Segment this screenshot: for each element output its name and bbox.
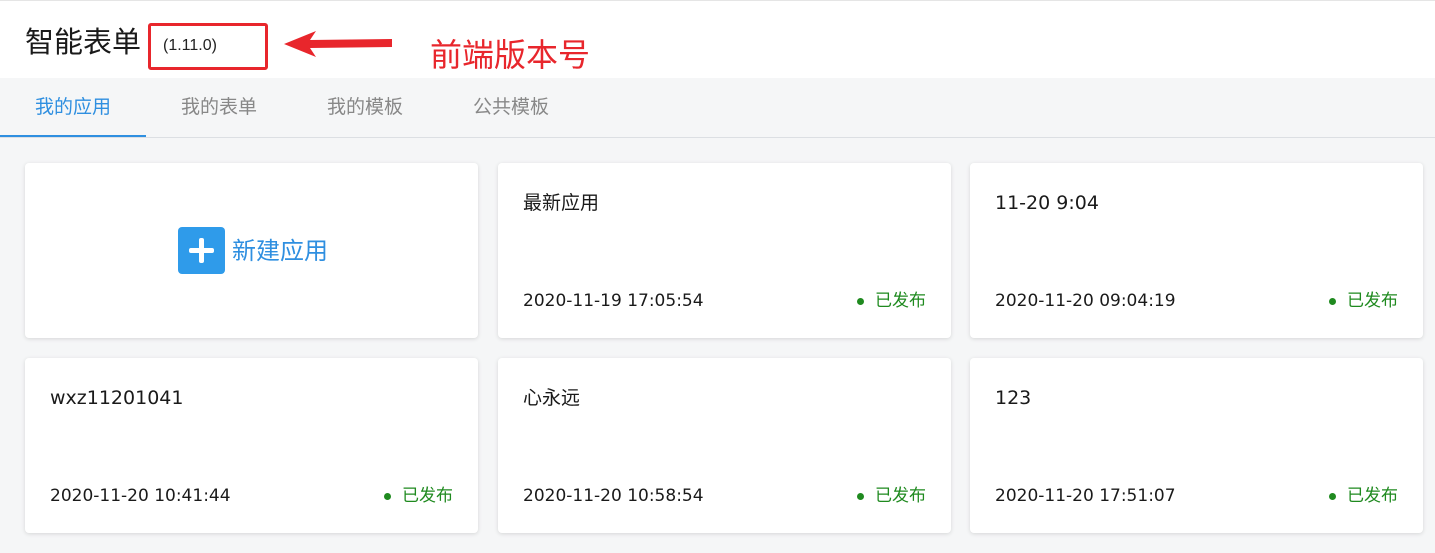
status-badge: 已发布 (1329, 290, 1398, 312)
tab-my-forms[interactable]: 我的表单 (146, 78, 292, 137)
app-timestamp: 2020-11-19 17:05:54 (523, 291, 704, 311)
app-timestamp: 2020-11-20 10:58:54 (523, 486, 704, 506)
app-card[interactable]: 123 2020-11-20 17:51:07 已发布 (970, 358, 1423, 533)
status-badge: 已发布 (857, 485, 926, 507)
app-card[interactable]: wxz11201041 2020-11-20 10:41:44 已发布 (25, 358, 478, 533)
app-header: 智能表单 (1.11.0) 前端版本号 (0, 0, 1435, 78)
status-label: 已发布 (1347, 486, 1398, 506)
status-dot-icon (1329, 492, 1336, 500)
app-timestamp: 2020-11-20 17:51:07 (995, 486, 1176, 506)
new-app-label: 新建应用 (232, 236, 328, 265)
app-name: 123 (995, 387, 1032, 409)
app-timestamp: 2020-11-20 10:41:44 (50, 486, 231, 506)
status-badge: 已发布 (384, 485, 453, 507)
tab-my-templates[interactable]: 我的模板 (292, 78, 438, 137)
app-name: 最新应用 (523, 192, 600, 214)
app-card[interactable]: 11-20 9:04 2020-11-20 09:04:19 已发布 (970, 163, 1423, 338)
status-label: 已发布 (1347, 291, 1398, 311)
tab-bar: 我的应用 我的表单 我的模板 公共模板 (0, 78, 1435, 138)
status-label: 已发布 (402, 486, 453, 506)
status-label: 已发布 (875, 486, 926, 506)
app-name: wxz11201041 (50, 387, 184, 409)
status-dot-icon (857, 297, 864, 305)
status-dot-icon (1329, 297, 1336, 305)
app-title: 智能表单 (25, 25, 142, 59)
new-app-button[interactable]: 新建应用 (178, 227, 328, 274)
status-badge: 已发布 (1329, 485, 1398, 507)
tab-public-templates[interactable]: 公共模板 (438, 78, 584, 137)
status-badge: 已发布 (857, 290, 926, 312)
app-card[interactable]: 心永远 2020-11-20 10:58:54 已发布 (498, 358, 951, 533)
annotation-arrow-icon (284, 31, 392, 57)
status-label: 已发布 (875, 291, 926, 311)
annotation-label: 前端版本号 (430, 36, 591, 74)
version-number: (1.11.0) (163, 37, 217, 54)
app-timestamp: 2020-11-20 09:04:19 (995, 291, 1176, 311)
tab-my-apps[interactable]: 我的应用 (0, 78, 146, 137)
app-name: 11-20 9:04 (995, 192, 1099, 214)
status-dot-icon (384, 492, 391, 500)
app-name: 心永远 (523, 387, 581, 409)
app-card[interactable]: 最新应用 2020-11-19 17:05:54 已发布 (498, 163, 951, 338)
new-app-card[interactable]: 新建应用 (25, 163, 478, 338)
status-dot-icon (857, 492, 864, 500)
plus-icon (178, 227, 225, 274)
